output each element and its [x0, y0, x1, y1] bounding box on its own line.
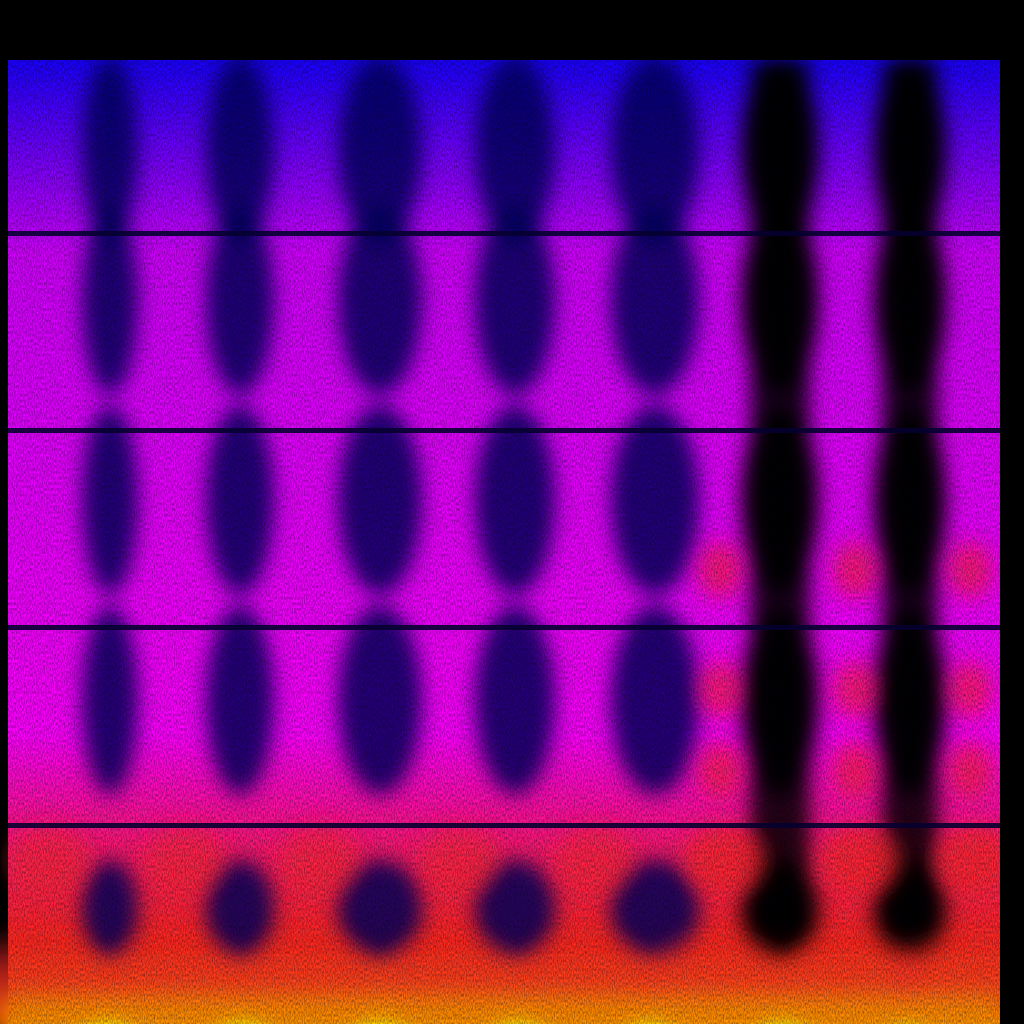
grain-overlay — [8, 60, 1000, 1024]
spectrogram-plot — [0, 0, 1024, 1024]
band-line — [8, 823, 1000, 828]
band-line — [8, 625, 1000, 630]
band-line — [8, 231, 1000, 236]
spectrogram-view — [0, 0, 1024, 1024]
right-margin — [1000, 0, 1024, 1024]
top-margin — [0, 0, 1024, 60]
band-line — [8, 428, 1000, 433]
